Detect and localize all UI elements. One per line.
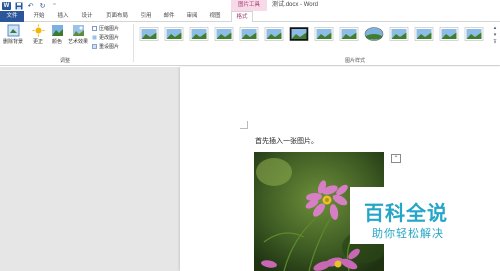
- picture-style-3[interactable]: [189, 26, 209, 42]
- margin-corner-mark: [240, 121, 248, 129]
- more-icon[interactable]: ⊽: [493, 39, 497, 45]
- picture-style-12[interactable]: [414, 26, 434, 42]
- remove-background-icon: [7, 24, 19, 37]
- watermark: 百科全说 助你轻松解决: [350, 187, 465, 244]
- tab-mailings[interactable]: 邮件: [160, 11, 178, 22]
- color-button[interactable]: 颜色: [49, 24, 65, 45]
- picture-style-14[interactable]: [464, 26, 484, 42]
- artistic-effects-icon: [72, 25, 84, 36]
- ribbon-tabs: 文件 开始 插入 设计 页面布局 引用 邮件 审阅 视图 格式: [0, 11, 500, 23]
- tab-page-layout[interactable]: 页面布局: [103, 11, 131, 22]
- picture-style-11[interactable]: [389, 26, 409, 42]
- scroll-up-icon[interactable]: ▴: [494, 25, 497, 31]
- layout-options-icon: ⌃: [393, 156, 399, 162]
- compress-pictures-button[interactable]: 压缩图片: [92, 25, 119, 32]
- tab-view[interactable]: 视图: [206, 11, 224, 22]
- picture-style-7[interactable]: [289, 26, 309, 42]
- change-picture-icon: [92, 35, 97, 40]
- remove-background-button[interactable]: 删除背景: [2, 24, 24, 45]
- color-icon: [51, 25, 63, 36]
- corrections-icon: [32, 24, 44, 37]
- corrections-button[interactable]: 更正: [30, 24, 46, 45]
- reset-picture-button[interactable]: 重设图片: [92, 43, 119, 50]
- watermark-subtitle: 助你轻松解决: [372, 227, 444, 240]
- ribbon: 删除背景 更正 颜色 艺术效果 压缩图片 更改图片 重设图片 调整 ▴ ▾ ⊽ …: [0, 22, 500, 66]
- tab-design[interactable]: 设计: [78, 11, 96, 22]
- paragraph-text[interactable]: 首先插入一张图片。: [255, 136, 318, 146]
- tab-references[interactable]: 引用: [137, 11, 155, 22]
- picture-style-5[interactable]: [239, 26, 259, 42]
- change-picture-button[interactable]: 更改图片: [92, 34, 119, 41]
- compress-icon: [92, 26, 97, 31]
- tab-review[interactable]: 审阅: [183, 11, 201, 22]
- picture-style-4[interactable]: [214, 26, 234, 42]
- group-divider: [133, 24, 134, 62]
- watermark-title: 百科全说: [364, 201, 448, 225]
- picture-style-6[interactable]: [264, 26, 284, 42]
- title-bar: W ↶ ↻ ⁼ 测试.docx - Word 图片工具: [0, 0, 500, 11]
- layout-options-button[interactable]: ⌃: [391, 154, 401, 163]
- tab-home[interactable]: 开始: [30, 11, 48, 22]
- tab-file[interactable]: 文件: [0, 11, 24, 22]
- artistic-effects-button[interactable]: 艺术效果: [67, 24, 89, 45]
- picture-styles-group-label: 图片样式: [344, 58, 365, 64]
- picture-style-2[interactable]: [164, 26, 184, 42]
- scroll-down-icon[interactable]: ▾: [494, 32, 497, 38]
- picture-style-13[interactable]: [439, 26, 459, 42]
- picture-style-10[interactable]: [364, 26, 384, 42]
- adjust-group-label: 调整: [59, 58, 70, 64]
- gallery-scroll[interactable]: ▴ ▾ ⊽: [491, 25, 499, 45]
- tab-insert[interactable]: 插入: [54, 11, 72, 22]
- picture-tools-label: 图片工具: [231, 0, 267, 11]
- picture-style-9[interactable]: [339, 26, 359, 42]
- picture-style-8[interactable]: [314, 26, 334, 42]
- reset-picture-icon: [92, 44, 97, 49]
- picture-style-1[interactable]: [139, 26, 159, 42]
